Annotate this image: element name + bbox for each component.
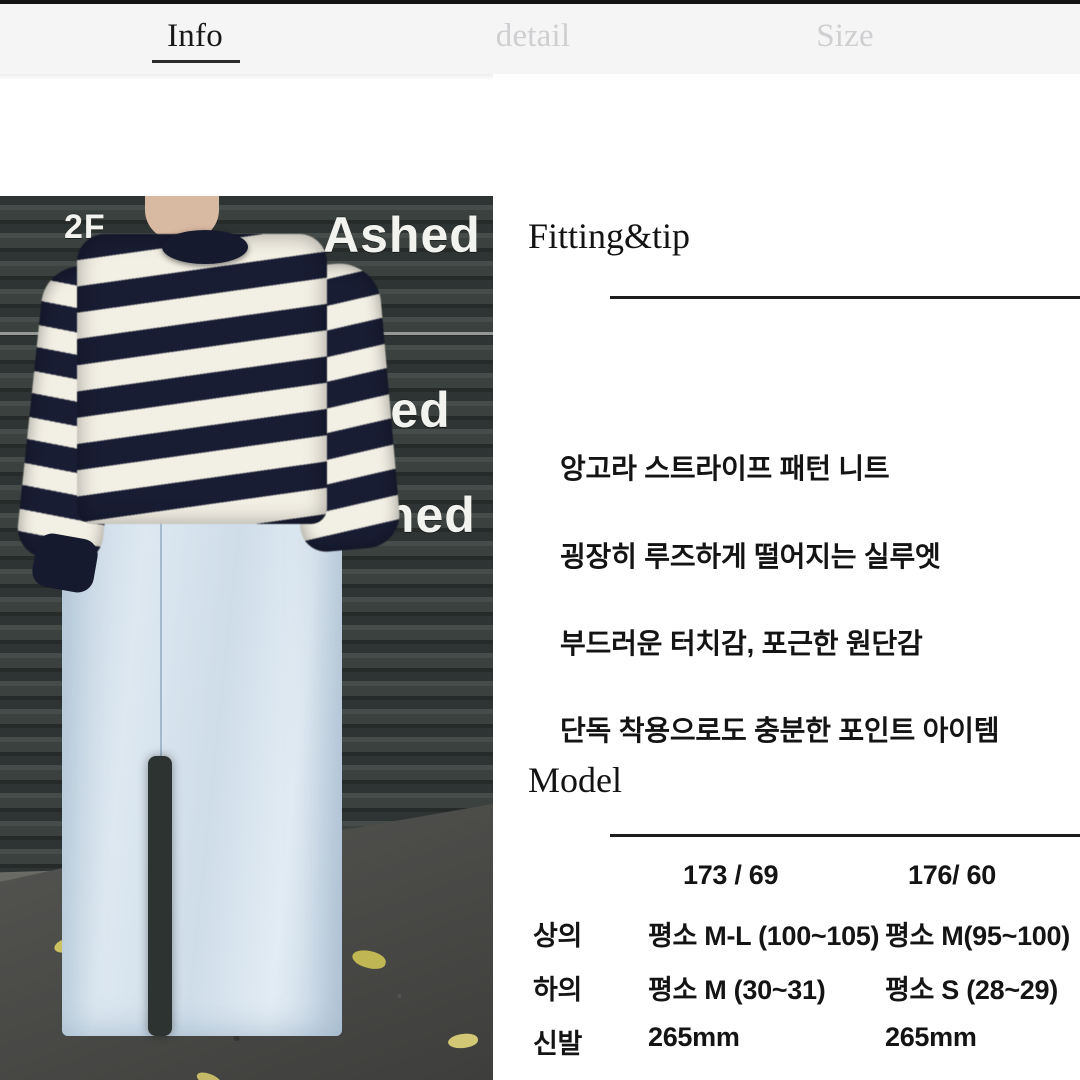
sweater-cuff-left bbox=[29, 531, 101, 595]
jeans-leg-gap bbox=[148, 756, 172, 1036]
model-jeans bbox=[62, 476, 342, 1036]
top-rule-right-gap bbox=[986, 4, 1080, 8]
row-shoes-model1: 265mm bbox=[648, 1022, 740, 1052]
table-row: 신발 265mm 265mm bbox=[493, 1016, 1080, 1070]
fitting-line-4: 단독 착용으로도 충분한 포인트 아이템 bbox=[560, 715, 1000, 746]
fitting-tip-heading: Fitting&tip bbox=[528, 216, 691, 256]
fitting-line-3: 부드러운 터치감, 포근한 원단감 bbox=[560, 628, 923, 659]
row-label-shoes: 신발 bbox=[533, 1029, 583, 1059]
tab-active-indicator bbox=[152, 60, 240, 63]
row-bottom-model1: 평소 M (30~31) bbox=[648, 975, 826, 1005]
fitting-line-2: 굉장히 루즈하게 떨어지는 실루엣 bbox=[560, 541, 941, 572]
table-header-row: 173 / 69 176/ 60 bbox=[493, 854, 1080, 908]
row-top-model1: 평소 M-L (100~105) bbox=[648, 921, 880, 951]
tab-size[interactable]: Size bbox=[760, 16, 930, 56]
row-top-model2: 평소 M(95~100) bbox=[885, 921, 1070, 951]
info-panel: Fitting&tip 앙고라 스트라이프 패턴 니트 굉장히 루즈하게 떨어지… bbox=[493, 74, 1080, 1080]
product-photo[interactable]: 2F Ashed shed Ashed bbox=[0, 196, 493, 1080]
row-bottom-model2: 평소 S (28~29) bbox=[885, 975, 1058, 1005]
fitting-line-1: 앙고라 스트라이프 패턴 니트 bbox=[560, 453, 890, 484]
striped-knit-sweater bbox=[14, 220, 403, 595]
model-column-2-header: 176/ 60 bbox=[908, 860, 996, 890]
row-label-top: 상의 bbox=[533, 921, 583, 951]
model-heading: Model bbox=[528, 760, 622, 800]
model-column-1-header: 173 / 69 bbox=[683, 860, 779, 890]
table-row: 하의 평소 M (30~31) 평소 S (28~29) bbox=[493, 962, 1080, 1016]
tab-bar: Info detail Size bbox=[0, 0, 1080, 74]
row-shoes-model2: 265mm bbox=[885, 1022, 977, 1052]
tab-detail[interactable]: detail bbox=[448, 16, 618, 56]
model-spec-table: 173 / 69 176/ 60 상의 평소 M-L (100~105) 평소 … bbox=[493, 854, 1080, 1070]
tab-info[interactable]: Info bbox=[110, 16, 280, 56]
sweater-collar bbox=[162, 230, 248, 264]
sweater-torso bbox=[77, 234, 327, 524]
model-divider bbox=[610, 834, 1080, 837]
table-row: 상의 평소 M-L (100~105) 평소 M(95~100) bbox=[493, 908, 1080, 962]
top-rule-left-gap bbox=[0, 4, 88, 8]
fitting-tip-divider bbox=[610, 296, 1080, 299]
row-label-bottom: 하의 bbox=[533, 975, 583, 1005]
